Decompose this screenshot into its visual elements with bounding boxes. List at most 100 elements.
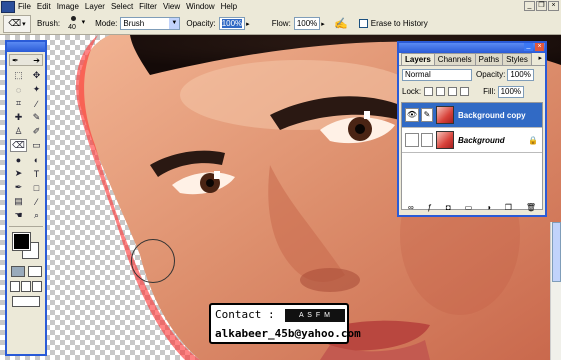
full-screen-icon[interactable] xyxy=(32,281,43,292)
eraser-tool-icon[interactable]: ⌫ xyxy=(10,139,27,152)
restore-icon[interactable]: ❐ xyxy=(536,1,547,11)
erase-history-checkbox[interactable] xyxy=(358,19,368,28)
full-screen-menu-icon[interactable] xyxy=(20,281,31,292)
lock-position-icon[interactable] xyxy=(448,87,458,96)
minimize-icon[interactable]: _ xyxy=(524,1,535,11)
eye-icon[interactable] xyxy=(405,133,419,147)
lock-pixels-icon[interactable] xyxy=(436,87,446,96)
new-layer-icon[interactable]: ❐ xyxy=(505,203,512,212)
eyedropper-tool-icon[interactable]: ⁄ xyxy=(28,195,45,208)
toolbox-divider xyxy=(9,226,43,227)
menu-view[interactable]: View xyxy=(160,1,183,13)
tab-paths[interactable]: Paths xyxy=(474,53,504,65)
blend-mode-select[interactable]: Normal xyxy=(402,68,472,81)
toolbox-titlebar[interactable] xyxy=(7,42,45,52)
blur-tool-icon[interactable]: ● xyxy=(10,153,27,166)
dodge-tool-icon[interactable]: ◐ xyxy=(28,153,45,166)
tab-channels[interactable]: Channels xyxy=(433,53,476,65)
zoom-tool-icon[interactable]: ⌕ xyxy=(28,209,45,222)
slice-tool-icon[interactable]: ∕ xyxy=(28,97,45,110)
layer-background-copy[interactable]: 👁 ✎ Background copy xyxy=(402,103,542,128)
standard-screen-icon[interactable] xyxy=(9,281,20,292)
layer-mask-icon[interactable]: ◘ xyxy=(446,203,451,212)
flow-slider-arrow-icon[interactable]: ▸ xyxy=(321,20,325,28)
path-selection-tool-icon[interactable]: ➤ xyxy=(10,167,27,180)
layer-opacity-input[interactable]: 100% xyxy=(507,68,534,81)
menu-bar: File Edit Image Layer Select Filter View… xyxy=(0,0,561,13)
arrow-right-icon[interactable]: ➔ xyxy=(33,56,40,65)
contact-label: Contact : xyxy=(215,308,275,321)
tab-layers[interactable]: Layers xyxy=(401,53,435,65)
minimize-icon[interactable]: _ xyxy=(524,42,533,51)
layer-thumbnail xyxy=(436,106,454,124)
menu-image[interactable]: Image xyxy=(54,1,82,13)
gradient-tool-icon[interactable]: ▭ xyxy=(28,139,45,152)
layer-set-icon[interactable]: ▭ xyxy=(465,203,473,212)
brush-icon[interactable]: ✎ xyxy=(421,108,433,122)
toolbox-header: ✒ ➔ xyxy=(9,54,43,66)
menu-help[interactable]: Help xyxy=(218,1,240,13)
opacity-slider-arrow-icon[interactable]: ▸ xyxy=(246,20,250,28)
blend-row: Normal Opacity: 100% xyxy=(399,66,545,83)
window-controls: _ ❐ × xyxy=(524,1,559,11)
brush-label: Brush: xyxy=(37,19,61,28)
pen-tool-icon[interactable]: ✒ xyxy=(10,181,27,194)
standard-mode-icon[interactable] xyxy=(10,266,25,277)
close-icon[interactable]: × xyxy=(548,1,559,11)
scrollbar-thumb[interactable] xyxy=(552,222,561,282)
mode-value: Brush xyxy=(123,19,145,28)
layer-background[interactable]: Background 🔒 xyxy=(402,128,542,153)
menu-edit[interactable]: Edit xyxy=(34,1,54,13)
crop-tool-icon[interactable]: ⌗ xyxy=(10,97,27,110)
fill-label: Fill: xyxy=(483,87,496,96)
photoshop-logo-icon[interactable] xyxy=(1,0,15,13)
opacity-input[interactable]: 100% xyxy=(218,17,246,30)
contact-box: Contact : A S F M alkabeer_45b@yahoo.com xyxy=(209,303,361,344)
clone-stamp-tool-icon[interactable]: ♙ xyxy=(10,125,27,138)
menu-filter[interactable]: Filter xyxy=(136,1,160,13)
airbrush-icon[interactable]: ✍ xyxy=(333,16,349,32)
eraser-preset-icon[interactable]: ⌫ ▾ xyxy=(3,14,31,33)
layers-palette: _ × Layers Channels Paths Styles ▸ Norma… xyxy=(397,41,547,217)
layers-titlebar[interactable]: _ × xyxy=(399,42,545,53)
adjustment-layer-icon[interactable]: ◑ xyxy=(486,203,491,212)
move-tool-icon[interactable]: ✥ xyxy=(28,69,45,82)
menu-layer[interactable]: Layer xyxy=(82,1,108,13)
foreground-color-swatch[interactable] xyxy=(12,232,31,251)
hand-tool-icon[interactable]: ☚ xyxy=(10,209,27,222)
brush-picker[interactable]: 40 ▾ xyxy=(63,15,85,33)
flow-input[interactable]: 100% xyxy=(293,17,321,30)
shape-tool-icon[interactable]: □ xyxy=(28,181,45,194)
brush-icon[interactable] xyxy=(421,133,433,147)
brush-tool-icon[interactable]: ✎ xyxy=(28,111,45,124)
marquee-tool-icon[interactable]: ⬚ xyxy=(10,69,27,82)
menu-select[interactable]: Select xyxy=(108,1,136,13)
quick-mask-mode-icon[interactable] xyxy=(27,266,42,277)
link-icon[interactable]: ∞ xyxy=(408,203,414,212)
color-swatches xyxy=(10,230,42,264)
lock-transparency-icon[interactable] xyxy=(424,87,434,96)
vertical-scrollbar[interactable] xyxy=(550,222,561,360)
menu-window[interactable]: Window xyxy=(183,1,217,13)
jump-row xyxy=(7,294,45,309)
layer-style-icon[interactable]: ƒ xyxy=(428,203,432,212)
healing-brush-tool-icon[interactable]: ✚ xyxy=(10,111,27,124)
lock-all-icon[interactable] xyxy=(460,87,470,96)
menu-file[interactable]: File xyxy=(15,1,34,13)
magic-wand-tool-icon[interactable]: ✦ xyxy=(28,83,45,96)
notes-tool-icon[interactable]: ▤ xyxy=(10,195,27,208)
history-brush-tool-icon[interactable]: ✐ xyxy=(28,125,45,138)
eye-icon[interactable]: 👁 xyxy=(405,108,419,122)
mode-select[interactable]: Brush ▼ xyxy=(120,17,181,30)
opacity-label: Opacity: xyxy=(186,19,216,28)
palette-tabs: Layers Channels Paths Styles ▸ xyxy=(399,53,545,66)
tab-styles[interactable]: Styles xyxy=(502,53,532,65)
fill-input[interactable]: 100% xyxy=(497,85,525,98)
contact-email: alkabeer_45b@yahoo.com xyxy=(215,327,361,340)
palette-menu-icon[interactable]: ▸ xyxy=(538,53,545,65)
trash-icon[interactable]: 🗑 xyxy=(526,203,536,212)
jump-to-imageready-icon[interactable] xyxy=(12,296,40,307)
close-icon[interactable]: × xyxy=(535,43,544,51)
lasso-tool-icon[interactable]: ◌ xyxy=(10,83,27,96)
type-tool-icon[interactable]: T xyxy=(28,167,45,180)
